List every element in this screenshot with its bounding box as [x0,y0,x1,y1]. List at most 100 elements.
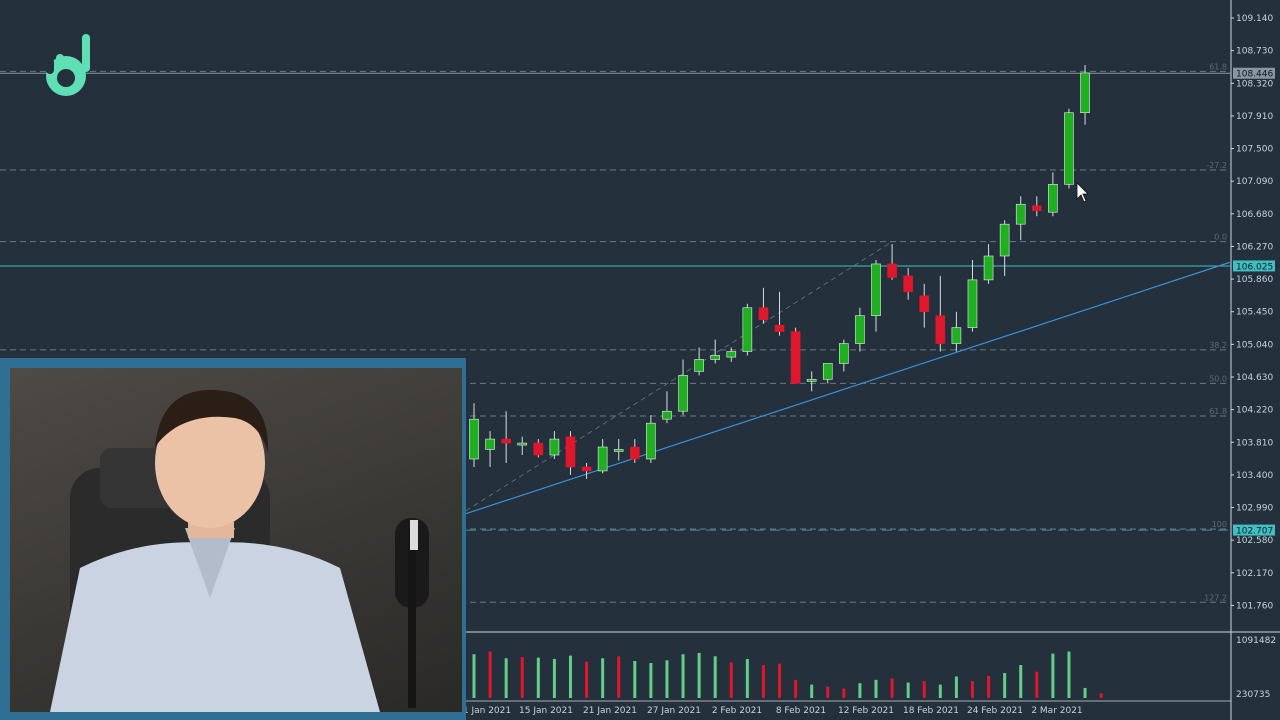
price-tick-label: 106.680 [1236,210,1273,220]
candle-body [790,331,801,384]
date-tick-label: 27 Jan 2021 [647,706,701,716]
volume-bar [504,658,508,698]
candle-body [694,359,704,372]
fib-level-label: 61.8 [1209,407,1227,416]
date-tick-label: 8 Feb 2021 [776,706,826,716]
date-tick-label: 1 Jan 2021 [463,706,511,716]
fib-level-label: -27.2 [1206,161,1227,170]
fib-level-label: 38.2 [1209,341,1227,350]
volume-tick-label: 1091482 [1236,636,1276,646]
price-tick-label: 105.860 [1236,275,1273,285]
volume-bar [649,663,653,698]
trendline [457,241,1230,517]
volume-bar [568,655,572,698]
candle-body [806,379,817,382]
candle-body [646,422,656,460]
candlesticks [469,64,1090,479]
candle-body [1080,72,1090,114]
volume-bar [761,665,765,698]
candle-body [726,351,737,358]
volume-bar [778,663,782,698]
volume-bar [1083,687,1087,698]
presenter-video [10,368,462,712]
volume-bar [842,688,846,698]
candle-body [983,255,994,281]
candle-body [613,449,624,452]
volume-bar [617,656,621,698]
volume-bar [472,654,476,698]
volume-bar [954,676,958,698]
volume-bar [745,658,749,698]
volume-bar [874,679,878,698]
price-tick-label: 108.730 [1236,47,1273,57]
price-tag-label: 108.446 [1236,70,1273,80]
volume-bar [633,660,637,698]
volume-bars [472,651,1103,698]
volume-bar [697,652,701,698]
uptrend-line [457,261,1230,517]
candle-body [501,438,511,444]
candle-body [935,315,946,344]
volume-bar [665,660,669,698]
candle-body [1015,203,1026,225]
volume-bar [601,658,605,698]
price-tick-label: 106.270 [1236,242,1273,252]
price-tick-label: 102.990 [1236,504,1273,514]
volume-bar [1099,693,1103,698]
price-tick-label: 103.810 [1236,438,1273,448]
price-tick-label: 107.090 [1236,177,1273,187]
date-tick-label: 2 Feb 2021 [712,706,762,716]
price-tick-label: 104.630 [1236,373,1273,383]
price-tag-label: 102.707 [1236,527,1273,537]
price-tick-label: 105.040 [1236,340,1273,350]
candle-body [839,343,849,364]
volume-bar [858,683,862,698]
volume-bar [1051,653,1055,698]
volume-bar [890,678,894,698]
candle-body [903,275,913,293]
volume-bar [906,682,910,698]
candle-body [967,279,978,328]
volume-bar [938,684,942,698]
date-tick-label: 18 Feb 2021 [903,706,959,716]
brand-logo-icon [40,32,96,102]
candle-body [469,418,479,460]
candle-body [758,307,769,320]
volume-bar [729,662,733,698]
webcam-overlay [0,358,466,720]
candle-body [662,410,672,420]
price-tags: 108.446 106.025 102.707 [1233,67,1275,537]
candle-body [1064,112,1074,185]
candle-body [1048,184,1058,213]
price-tick-label: 107.910 [1236,112,1273,122]
candle-body [533,442,544,456]
date-tick-label: 2 Mar 2021 [1031,706,1082,716]
volume-bar [922,681,926,698]
candle-body [485,438,495,450]
candle-body [919,295,930,313]
candle-body [517,442,528,446]
fib-level-label: 61.8 [1209,62,1227,71]
fib-level-label: 100 [1212,520,1227,529]
price-tick-label: 103.400 [1236,471,1273,481]
candle-body [999,223,1010,257]
candle-body [549,438,560,456]
candle-body [887,263,897,278]
volume-bar [1067,651,1071,698]
volume-bar [826,686,830,698]
candle-body [951,327,962,344]
volume-bar [1003,673,1007,698]
candle-body [581,466,592,472]
candle-body [822,363,833,380]
price-tick-label: 108.320 [1236,79,1273,89]
candle-body [678,375,688,412]
mouse-cursor-icon [1076,182,1089,203]
price-tick-label: 107.500 [1236,145,1273,155]
price-tag-label: 106.025 [1236,262,1273,272]
date-axis: 1 Jan 2021 15 Jan 2021 21 Jan 2021 27 Jan 2… [463,706,1083,716]
candle-body [742,307,753,352]
volume-bar [970,681,974,698]
volume-bar [987,675,991,698]
price-tick-label: 102.580 [1236,536,1273,546]
volume-bar [536,657,540,698]
